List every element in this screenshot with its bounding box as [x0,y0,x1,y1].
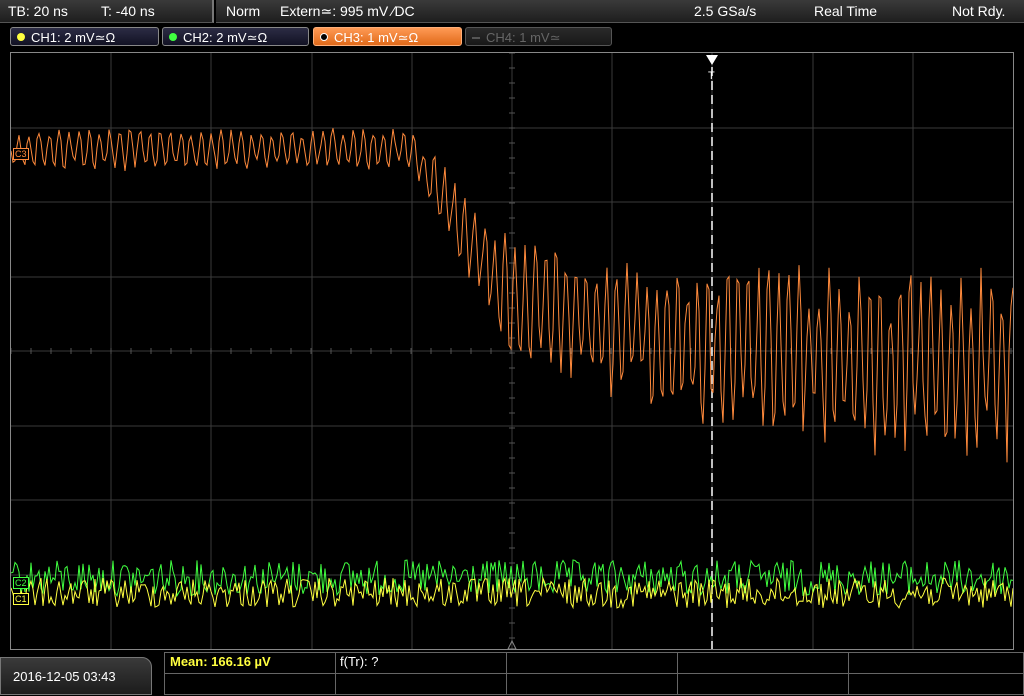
acquisition-mode[interactable]: Real Time [814,0,877,22]
mean-measurement: Mean: 166.16 µV [170,654,271,669]
timebase-panel[interactable]: TB: 20 ns T: -40 ns [0,0,214,23]
datetime-readout: 2016-12-05 03:43 [13,669,116,684]
channel-2-dot-icon [169,33,177,41]
channel-2-offset-marker[interactable]: C2 [13,577,29,589]
trigger-arrow-icon [706,55,718,65]
measurement-cell[interactable] [506,652,678,674]
waveform-graticule: T [10,52,1014,650]
timebase-readout[interactable]: TB: 20 ns [8,0,68,22]
measurement-cell[interactable] [677,673,849,695]
measurement-cell[interactable] [848,673,1024,695]
channel-4-tab[interactable]: CH4: 1 mV≃ [465,27,612,46]
channel-tabs: CH1: 2 mV≃Ω CH2: 2 mV≃Ω CH3: 1 mV≃Ω CH4:… [0,27,1024,48]
status-indicator: Not Rdy. [952,3,1006,19]
waveform-display[interactable]: T C3 C1 C2 [10,52,1014,650]
trigger-panel[interactable]: Norm Extern≃: 995 mV ∕DC 2.5 GSa/s Real … [216,0,1024,23]
channel-1-label: CH1: 2 mV≃Ω [31,30,116,45]
channel-3-tab[interactable]: CH3: 1 mV≃Ω [313,27,462,46]
channel-3-label: CH3: 1 mV≃Ω [334,30,419,45]
channel-2-label: CH2: 2 mV≃Ω [183,30,268,45]
channel-4-label: CH4: 1 mV≃ [486,30,561,45]
channel-4-dash-icon [472,37,480,39]
graticule-grid [10,52,1013,649]
channel-1-dot-icon [17,33,25,41]
trigger-time-readout[interactable]: T: -40 ns [101,0,155,22]
measurement-cell[interactable] [164,673,336,695]
measurement-cell[interactable] [335,673,507,695]
channel-3-dot-icon [320,33,328,41]
measurement-cell[interactable] [506,673,678,695]
channel-2-tab[interactable]: CH2: 2 mV≃Ω [162,27,309,46]
bottom-bar: 2016-12-05 03:43 Mean: 166.16 µV f(Tr): … [0,652,1024,695]
measurement-table [164,652,1024,695]
measurement-cell[interactable] [848,652,1024,674]
frequency-measurement: f(Tr): ? [340,654,379,669]
channel-1-tab[interactable]: CH1: 2 mV≃Ω [10,27,159,46]
datetime-panel: 2016-12-05 03:43 [0,657,152,695]
sample-rate: 2.5 GSa/s [694,3,757,19]
trigger-marker-label: T [708,70,715,82]
measurement-cell[interactable] [677,652,849,674]
trigger-mode[interactable]: Norm [226,0,260,22]
channel-1-offset-marker[interactable]: C1 [13,593,29,605]
trigger-source[interactable]: Extern≃: 995 mV ∕DC [280,0,415,22]
channel-3-offset-marker[interactable]: C3 [13,148,29,160]
